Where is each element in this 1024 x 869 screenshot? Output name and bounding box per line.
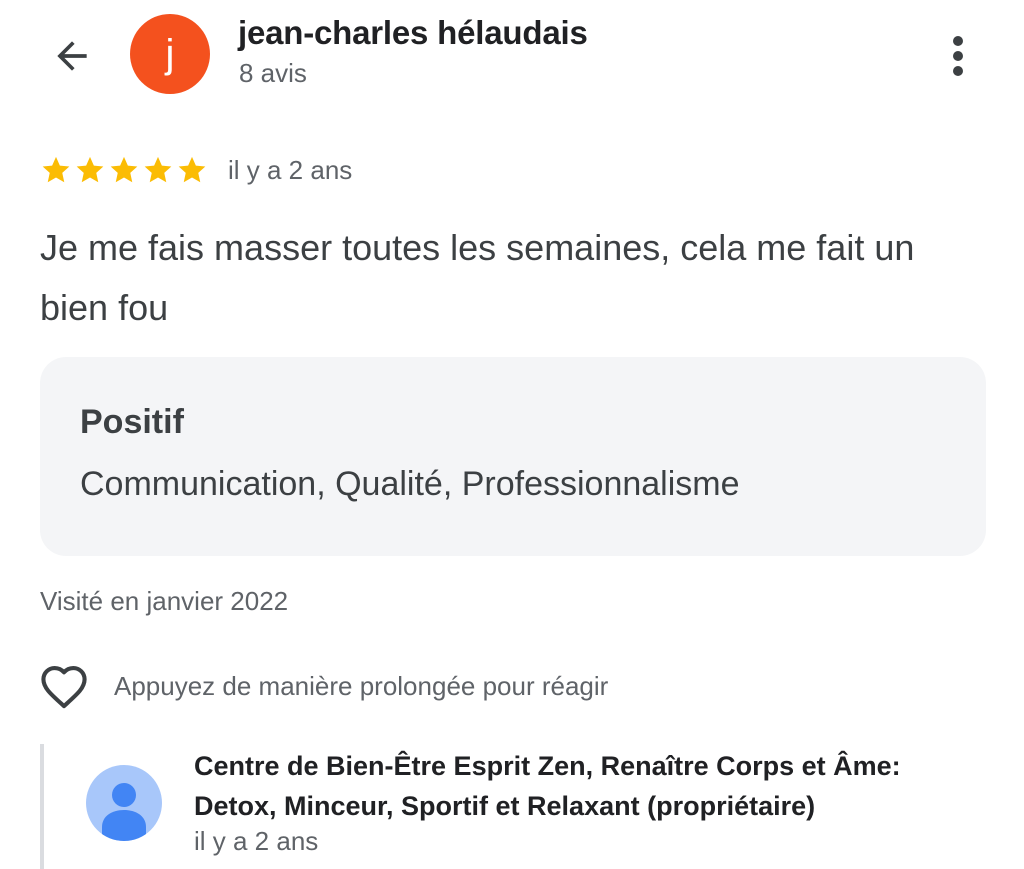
owner-avatar[interactable] (86, 765, 162, 841)
star-icon (76, 156, 104, 183)
reviewer-name[interactable]: jean-charles hélaudais (238, 14, 588, 52)
review-time: il y a 2 ans (228, 154, 353, 185)
avatar-letter: j (165, 31, 175, 76)
star-icon (42, 156, 70, 183)
person-icon (102, 783, 146, 841)
visited-date: Visité en janvier 2022 (40, 586, 289, 616)
positive-values: Communication, Qualité, Professionnalism… (80, 465, 740, 503)
heart-outline-icon (41, 665, 87, 709)
reply-divider (40, 744, 44, 869)
arrow-back-icon (57, 41, 87, 71)
reviewer-avatar[interactable]: j (130, 14, 210, 94)
star-rating (40, 154, 208, 186)
reaction-row: Appuyez de manière prolongée pour réagir (36, 660, 608, 712)
more-options-button[interactable] (932, 28, 984, 84)
review-text: Je me fais masser toutes les semaines, c… (40, 227, 915, 328)
positive-attributes-card: Positif Communication, Qualité, Professi… (40, 357, 986, 556)
review-page: j jean-charles hélaudais 8 avis il y a 2… (0, 0, 1024, 869)
star-icon (110, 156, 138, 183)
star-icon (178, 156, 206, 183)
rating-row: il y a 2 ans (40, 150, 352, 190)
react-button[interactable] (36, 660, 92, 712)
star-icon (144, 156, 172, 183)
more-vert-icon (953, 36, 963, 76)
back-button[interactable] (44, 28, 100, 84)
reviewer-review-count: 8 avis (239, 58, 307, 88)
owner-name: Centre de Bien-Être Esprit Zen, Renaître… (194, 751, 901, 821)
reaction-hint: Appuyez de manière prolongée pour réagir (114, 670, 609, 701)
positive-title: Positif (80, 403, 184, 441)
owner-reply-time: il y a 2 ans (194, 826, 319, 856)
